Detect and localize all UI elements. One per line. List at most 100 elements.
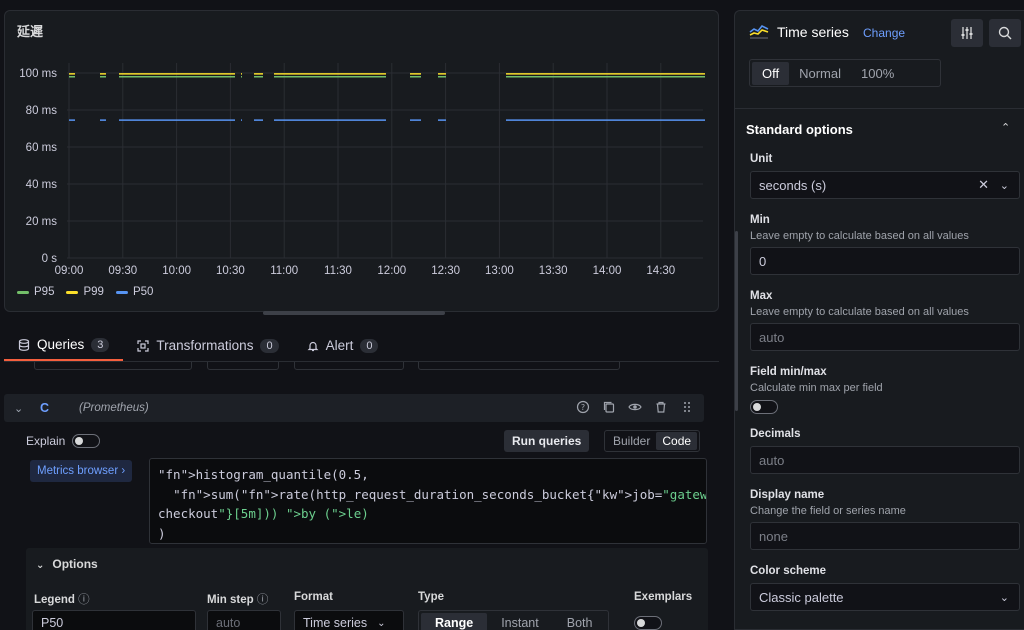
query-row-header: ⌄ C (Prometheus) ? xyxy=(4,394,704,422)
mode-code[interactable]: Code xyxy=(656,432,698,450)
eye-icon[interactable] xyxy=(628,400,642,414)
explain-toggle[interactable] xyxy=(72,434,100,448)
database-icon xyxy=(18,338,30,351)
options-toggle-button[interactable] xyxy=(951,19,983,47)
x-tick-label: 14:30 xyxy=(646,265,675,277)
x-tick-label: 09:30 xyxy=(108,265,137,277)
min-step-label: Min step ⓘ xyxy=(207,594,269,606)
previous-field[interactable] xyxy=(34,362,192,370)
field-min-max-toggle[interactable] xyxy=(750,400,778,414)
legend-swatch xyxy=(115,290,128,294)
trash-icon[interactable] xyxy=(654,400,668,414)
x-tick-label: 10:30 xyxy=(216,265,245,277)
mode-builder[interactable]: Builder xyxy=(607,432,656,450)
display-name-label: Display name xyxy=(750,489,825,501)
standard-options-header[interactable]: Standard options xyxy=(746,122,853,137)
min-step-input[interactable]: auto xyxy=(207,610,281,630)
tab-alert[interactable]: Alert 0 xyxy=(293,330,393,361)
metrics-browser-button[interactable]: Metrics browser › xyxy=(30,460,133,482)
options-toggle[interactable]: ⌄ Options xyxy=(36,557,98,571)
previous-field[interactable] xyxy=(294,362,404,370)
panel-title: 延遲 xyxy=(17,24,44,39)
options-pane: Time series Change Off Normal 100% Stand… xyxy=(734,10,1024,630)
legend-item-p95[interactable]: P95 xyxy=(17,286,54,298)
tab-transformations-count: 0 xyxy=(260,338,279,353)
legend-item-p50[interactable]: P50 xyxy=(115,286,153,298)
display-name-input[interactable]: none xyxy=(750,522,1020,550)
color-scheme-select[interactable]: Classic palette ⌄ xyxy=(750,583,1020,611)
explain-label: Explain xyxy=(26,434,66,448)
query-code-editor[interactable]: "fn">histogram_quantile(0.5, "fn">sum("f… xyxy=(149,458,707,544)
tab-transformations[interactable]: Transformations 0 xyxy=(123,330,292,361)
type-instant[interactable]: Instant xyxy=(487,613,553,630)
drag-handle-icon[interactable] xyxy=(680,400,694,414)
duplicate-icon[interactable] xyxy=(602,400,616,414)
y-tick-label: 80 ms xyxy=(26,105,58,117)
chevron-down-icon[interactable]: ⌄ xyxy=(14,402,26,415)
search-options-button[interactable] xyxy=(989,19,1021,47)
previous-field[interactable] xyxy=(207,362,279,370)
legend-swatch xyxy=(66,290,79,294)
max-input[interactable]: auto xyxy=(750,323,1020,351)
visualization-title: Time series xyxy=(777,24,849,40)
type-both[interactable]: Both xyxy=(553,613,607,630)
legend-label: P95 xyxy=(34,286,55,298)
chart-legend: P95 P99 P50 xyxy=(17,286,153,298)
x-tick-label: 13:00 xyxy=(485,265,514,277)
panel-preview: 0 s 20 ms 40 ms 60 ms 80 ms 100 ms 09:00 09:30 1… xyxy=(4,10,719,312)
search-icon xyxy=(998,26,1012,40)
type-segmented: Range Instant Both xyxy=(418,610,610,630)
legend-input[interactable]: P50 xyxy=(32,610,196,630)
chevron-down-icon: ⌄ xyxy=(377,617,386,629)
exemplars-toggle[interactable] xyxy=(634,616,662,630)
legend-item-p99[interactable]: P99 xyxy=(66,286,104,298)
x-tick-label: 13:30 xyxy=(539,265,568,277)
query-editor-area: ⌄ C (Prometheus) ? Explain Run queries B… xyxy=(4,362,719,630)
min-description: Leave empty to calculate based on all va… xyxy=(750,230,969,242)
stack-normal[interactable]: Normal xyxy=(789,62,851,85)
unit-label: Unit xyxy=(750,153,773,165)
sliders-icon xyxy=(961,27,973,39)
transform-icon xyxy=(137,339,150,352)
legend-label: P99 xyxy=(83,286,104,298)
field-min-max-label: Field min/max xyxy=(750,366,827,378)
visualization-header: Time series Change Off Normal 100% xyxy=(735,11,1024,109)
y-tick-label: 0 s xyxy=(42,253,58,265)
help-icon[interactable]: ? xyxy=(576,400,590,414)
decimals-label: Decimals xyxy=(750,428,801,440)
editor-mode-switch: Builder Code xyxy=(604,430,701,452)
bell-icon xyxy=(307,341,319,351)
y-tick-label: 20 ms xyxy=(26,216,58,228)
options-scrollbar[interactable] xyxy=(735,231,738,411)
y-tick-label: 100 ms xyxy=(19,68,57,80)
legend-swatch xyxy=(17,290,29,294)
clear-icon[interactable]: ✕ xyxy=(978,177,989,193)
x-tick-label: 11:00 xyxy=(270,265,298,277)
query-letter[interactable]: C xyxy=(40,401,49,415)
stack-100[interactable]: 100% xyxy=(851,62,904,85)
options-title: Options xyxy=(52,557,98,571)
min-input[interactable]: 0 xyxy=(750,247,1020,275)
decimals-input[interactable]: auto xyxy=(750,446,1020,474)
panel-resize-handle[interactable] xyxy=(263,311,445,315)
x-tick-label: 12:00 xyxy=(377,265,406,277)
y-tick-label: 60 ms xyxy=(26,142,58,154)
tab-queries[interactable]: Queries 3 xyxy=(4,330,124,361)
change-visualization-link[interactable]: Change xyxy=(863,26,905,40)
chevron-up-icon[interactable]: ⌃ xyxy=(1001,121,1010,134)
tab-queries-count: 3 xyxy=(91,337,110,352)
x-tick-label: 14:00 xyxy=(593,265,622,277)
stack-off[interactable]: Off xyxy=(752,61,790,85)
type-range[interactable]: Range xyxy=(421,613,488,630)
unit-select[interactable]: seconds (s) ✕ ⌄ xyxy=(750,171,1020,199)
type-label: Type xyxy=(418,591,444,603)
max-label: Max xyxy=(750,290,773,302)
editor-tabs: Queries 3 Transformations 0 Alert 0 xyxy=(4,330,719,362)
previous-field[interactable] xyxy=(418,362,620,370)
display-name-description: Change the field or series name xyxy=(750,505,906,517)
format-select[interactable]: Time series ⌄ xyxy=(294,610,404,630)
query-actions: ? xyxy=(576,400,694,414)
time-series-viz-icon xyxy=(749,24,769,39)
tab-transformations-label: Transformations xyxy=(156,338,254,353)
run-queries-button[interactable]: Run queries xyxy=(504,430,590,452)
